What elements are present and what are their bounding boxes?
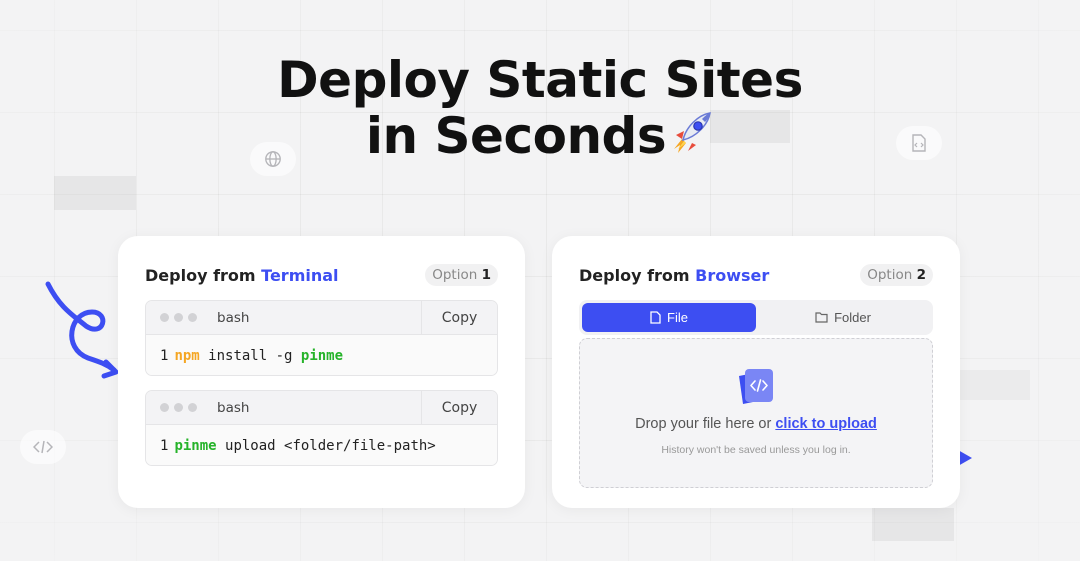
terminal-card-title: Deploy from Terminal	[145, 265, 339, 285]
page-title: Deploy Static Sites in Seconds	[0, 52, 1080, 168]
code-block-upload: bash Copy 1 pinme upload <folder/file-pat…	[145, 390, 498, 466]
option-badge: Option 2	[860, 264, 933, 286]
copy-button[interactable]: Copy	[421, 391, 497, 424]
code-icon	[20, 430, 66, 464]
drop-instructions: Drop your file here or click to upload	[635, 416, 877, 432]
arrow-decoration	[958, 450, 972, 466]
background-block	[54, 176, 136, 210]
click-to-upload-link[interactable]: click to upload	[775, 416, 877, 432]
code-language-label: bash	[217, 309, 250, 326]
code-language-label: bash	[217, 399, 250, 416]
code-block-install: bash Copy 1 npm install -g pinme	[145, 300, 498, 376]
background-block	[872, 508, 954, 541]
code-line: 1 npm install -g pinme	[146, 335, 497, 375]
scribble-decoration	[45, 281, 119, 379]
file-icon	[650, 311, 661, 324]
terminal-deploy-card: Deploy from Terminal Option 1 bash Copy …	[118, 236, 525, 508]
tab-folder-label: Folder	[834, 310, 871, 325]
title-line-2: in Seconds	[365, 107, 667, 165]
browser-deploy-card: Deploy from Browser Option 2 File Folder…	[552, 236, 960, 508]
upload-code-file-icon	[736, 368, 776, 411]
folder-icon	[815, 312, 828, 323]
tab-file[interactable]: File	[582, 303, 756, 332]
file-dropzone[interactable]: Drop your file here or click to upload H…	[579, 338, 933, 488]
background-block	[955, 370, 1030, 400]
tab-folder[interactable]: Folder	[756, 303, 930, 332]
upload-type-tabs: File Folder	[579, 300, 933, 335]
title-line-1: Deploy Static Sites	[277, 51, 803, 109]
window-dots	[160, 313, 197, 322]
window-dots	[160, 403, 197, 412]
history-note: History won't be saved unless you log in…	[661, 444, 851, 456]
tab-file-label: File	[667, 310, 688, 325]
copy-button[interactable]: Copy	[421, 301, 497, 334]
rocket-icon	[668, 109, 714, 168]
option-badge: Option 1	[425, 264, 498, 286]
browser-card-title: Deploy from Browser	[579, 265, 770, 285]
code-line: 1 pinme upload <folder/file-path>	[146, 425, 497, 465]
